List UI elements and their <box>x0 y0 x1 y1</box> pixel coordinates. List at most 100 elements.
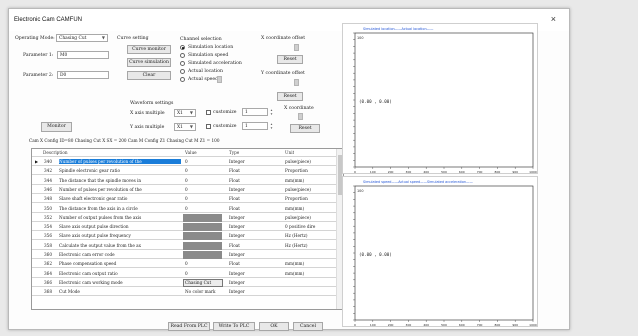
table-row[interactable]: 362 Phase compensation speed 0 Float mm(mm) <box>32 260 337 269</box>
x-tick-label: 200 <box>388 170 394 174</box>
x-offset-label: X coordinate offset <box>261 36 306 41</box>
x-coordinate-reset-button[interactable]: Reset <box>290 124 320 133</box>
x-axis-multiple-label: X axis multiple <box>130 111 165 116</box>
channel-option-label: Simulated acceleration <box>188 61 242 66</box>
x-offset-reset-button[interactable]: Reset <box>277 55 303 64</box>
row-unit: pulse(piece) <box>285 159 311 164</box>
y-axis-multiple-select[interactable]: X1 ▼ <box>174 123 196 131</box>
x-axis-multiple-select[interactable]: X1 ▼ <box>174 109 196 117</box>
operating-mode-select[interactable]: Chasing Cut ▼ <box>56 34 108 42</box>
x-tick-label: 200 <box>388 323 394 327</box>
position-chart: Simulated location——Actual location—— 100… <box>342 23 538 174</box>
y-max-label: 100 <box>357 189 363 193</box>
x-coordinate-slider[interactable] <box>298 113 303 120</box>
radio-simulation-speed[interactable] <box>180 53 185 58</box>
x-customize-spinner[interactable]: ▲ ▼ <box>269 108 274 117</box>
monitor-button[interactable]: Monitor <box>41 122 72 132</box>
radio-actual-location[interactable] <box>180 69 185 74</box>
row-unit: Proportion <box>285 196 308 202</box>
close-icon[interactable]: × <box>551 14 556 24</box>
x-customize-label: customize <box>213 110 237 115</box>
row-unit: pulse(piece) <box>285 186 311 192</box>
x-tick-label: 700 <box>477 323 483 327</box>
waveform-settings-label: Waveform settings <box>130 101 174 106</box>
read-from-plc-button[interactable]: Read From PLC <box>168 322 210 331</box>
x-tick-label: 0 <box>354 170 356 174</box>
row-id: 366 <box>44 279 52 285</box>
row-id: 368 <box>44 289 52 295</box>
table-row[interactable]: ▶ 340 Number of pulses per revolution of t… <box>32 158 337 167</box>
curve-simulation-button[interactable]: Curve simulation <box>127 58 171 67</box>
row-value: 0 <box>185 159 188 164</box>
value-cell-disabled <box>183 251 222 259</box>
operating-mode-value: Chasing Cut <box>59 36 87 41</box>
table-row[interactable]: 364 Electronic cam output ratio 0 Integer mm… <box>32 270 337 278</box>
row-pointer-icon: ▶ <box>35 159 39 164</box>
row-type: Float <box>229 242 240 248</box>
x-customize-checkbox[interactable] <box>206 110 211 115</box>
table-row[interactable]: 352 Number of output pulses from the axis… <box>32 213 337 222</box>
y-offset-reset-button[interactable]: Reset <box>277 92 303 101</box>
row-type: Integer <box>229 270 245 276</box>
write-to-plc-button[interactable]: Write To PLC <box>213 322 255 331</box>
window-title: Electronic Cam CAMFUN <box>14 17 83 23</box>
row-id: 358 <box>44 242 52 248</box>
curve-setting-label: Curve setting <box>117 36 149 41</box>
parameter-1-input[interactable]: M0 <box>57 51 109 59</box>
y-customize-input[interactable]: 1 <box>242 122 268 130</box>
table-row[interactable]: 348 Slave shaft electronic gear ratio 0 Flo… <box>32 195 337 204</box>
table-row[interactable]: 360 Electronic cam error code Integer <box>32 251 337 260</box>
row-type: Integer <box>229 159 245 164</box>
radio-simulated-acceleration[interactable] <box>180 61 185 66</box>
x-axis-multiple-value: X1 <box>177 111 183 116</box>
row-value: Chasing Cut <box>185 279 212 285</box>
config-line: Cam X Config ID=80 Chasing Cut X SX = 20… <box>29 138 220 143</box>
table-row[interactable]: 356 Slave axis output pulse frequency Inte… <box>32 232 337 241</box>
legend-text: Simulated speed——Actual speed——Simulated… <box>363 180 473 184</box>
table-row[interactable]: 346 Number of pulses per revolution of th… <box>32 186 337 194</box>
clear-button[interactable]: Clear <box>127 71 171 80</box>
radio-simulation-location[interactable] <box>180 45 185 50</box>
row-unit: 0 positive dire <box>285 224 316 230</box>
y-offset-slider[interactable] <box>294 79 299 86</box>
parameter-2-input[interactable]: D0 <box>57 71 109 79</box>
electronic-cam-window: Electronic Cam CAMFUN × Operating Mode: … <box>8 8 570 331</box>
y-axis-multiple-value: X1 <box>177 125 183 130</box>
x-customize-input[interactable]: 1 <box>242 108 268 116</box>
x-tick-label: 600 <box>459 323 465 327</box>
y-customize-checkbox[interactable] <box>206 124 211 129</box>
table-row[interactable]: 366 Electronic cam working mode Chasing Cu… <box>32 278 337 287</box>
y-customize-label: customize <box>213 124 237 129</box>
row-unit: Hz (Hertz) <box>285 242 308 248</box>
actual-speed-slider[interactable] <box>217 76 222 83</box>
channel-option-label: Actual speed <box>188 77 219 82</box>
row-description: Slave shaft electronic gear ratio <box>59 196 128 202</box>
row-type: Float <box>229 261 240 267</box>
curve-monitor-button[interactable]: Curve monitor <box>127 45 171 54</box>
cancel-button[interactable]: Cancel <box>293 322 323 331</box>
row-type: Integer <box>229 186 245 192</box>
row-id: 352 <box>44 214 52 220</box>
table-row[interactable]: 358 Calculate the output value from the a… <box>32 241 337 250</box>
ok-button[interactable]: OK <box>259 322 289 331</box>
channel-option-label: Simulation location <box>188 45 234 50</box>
x-tick-label: 600 <box>459 170 465 174</box>
x-tick-label: 1000 <box>529 170 537 174</box>
x-coordinate-label: X coordinate <box>284 106 314 111</box>
x-tick-label: 0 <box>354 323 356 327</box>
y-customize-spinner[interactable]: ▲ ▼ <box>269 122 274 131</box>
table-row[interactable]: 354 Slave axis output pulse direction Inte… <box>32 223 337 232</box>
table-row[interactable]: 342 Spindle electronic gear ratio 0 Float Pr… <box>32 167 337 176</box>
table-row[interactable]: 344 The distance that the spindle moves i… <box>32 177 337 185</box>
row-unit: mm(mm) <box>285 205 305 211</box>
row-description: Number of pulses per revolution of the <box>59 159 181 164</box>
radio-actual-speed[interactable] <box>180 77 185 82</box>
row-id: 348 <box>44 196 52 202</box>
table-row[interactable]: 350 The distance from the axis in a circl… <box>32 205 337 213</box>
x-tick-label: 800 <box>495 323 501 327</box>
row-id: 342 <box>44 168 52 174</box>
row-value: No color mark <box>185 289 216 295</box>
row-id: 340 <box>44 159 52 164</box>
table-row[interactable]: 368 Cut Mode No color mark Integer <box>32 288 337 297</box>
x-offset-slider[interactable] <box>294 44 299 51</box>
